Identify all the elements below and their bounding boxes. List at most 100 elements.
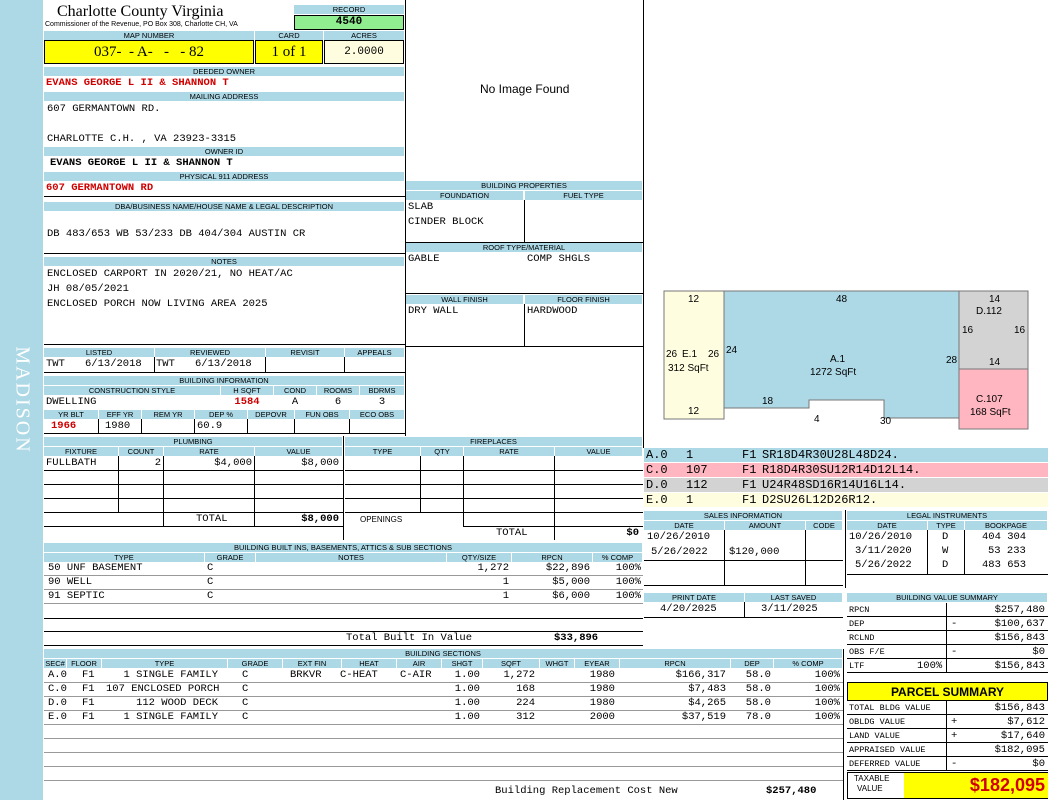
builtin-rpcn: $22,896 (545, 562, 590, 574)
builtin-grade: C (207, 590, 214, 602)
parcel-table: TOTAL BLDG VALUE $156,843 OBLDG VALUE + $7,6… (847, 701, 1048, 771)
section-comp: 100% (814, 669, 840, 681)
mailing-label: MAILING ADDRESS (44, 92, 404, 101)
section-floor: F1 (82, 683, 95, 695)
acres-value: 2.0000 (324, 40, 404, 64)
sections-h-comp: % COMP (774, 659, 842, 668)
sales-label: SALES INFORMATION (644, 511, 842, 520)
plumbing-fixture-1: FULLBATH (46, 457, 97, 469)
builtin-type: 90 WELL (48, 576, 93, 588)
legend-floor: F1 (742, 478, 757, 492)
section-comp: 100% (814, 711, 840, 723)
wall-finish: DRY WALL (408, 305, 459, 317)
builtin-qty: 1,272 (477, 562, 509, 574)
sketch-text-a-right: 28 (946, 355, 958, 366)
builtin-comp: 100% (615, 590, 641, 602)
legend-floor: F1 (742, 493, 757, 507)
section-dep: 78.0 (745, 711, 771, 723)
sections-h-eyear: EYEAR (575, 659, 619, 668)
plumbing-h-value: VALUE (255, 447, 342, 456)
legal-book-3: 483 653 (982, 559, 1027, 571)
builtins-h-qty: QTY/SIZE (447, 553, 511, 562)
bi-dep-header: DEP % (195, 410, 247, 419)
bvs-value: $257,480 (994, 604, 1045, 616)
bvs-value: $0 (1032, 646, 1045, 658)
roof-type: GABLE (408, 253, 440, 265)
sections-h-heat: HEAT (342, 659, 396, 668)
sketch-text-d-right: 16 (1014, 325, 1026, 336)
print-date-value: 4/20/2025 (660, 603, 717, 615)
legal-label: LEGAL INSTRUMENTS (847, 511, 1047, 520)
notes-line-1: ENCLOSED CARPORT IN 2020/21, NO HEAT/AC (47, 268, 293, 280)
legend-code: R18D4R30SU12R14D12L14. (762, 463, 921, 477)
sections-h-rpcn: RPCN (620, 659, 730, 668)
sketch-text-e-left: 26 (666, 349, 678, 360)
sketch-text-a-b2: 4 (814, 414, 820, 425)
card-label: CARD (255, 31, 323, 40)
legal-type-3: D (942, 559, 949, 571)
sales-h-amount: AMOUNT (725, 521, 805, 530)
bi-yrblt-header: YR BLT (44, 410, 98, 419)
reviewed-label: REVIEWED (155, 348, 265, 357)
builtins-rows: 50 UNF BASEMENT C 1,272 $22,896 100% 90 WELL C… (44, 562, 643, 618)
section-eyear: 1980 (589, 669, 615, 681)
floor-label: FLOOR FINISH (525, 295, 642, 304)
fireplaces-h-type: TYPE (345, 447, 420, 456)
sketch-text-a-top: 48 (836, 294, 848, 305)
builtins-h-notes: NOTES (256, 553, 446, 562)
bi-rooms-header: ROOMS (317, 386, 359, 395)
plumbing-h-fixture: FIXTURE (44, 447, 118, 456)
section-sqft: 312 (516, 711, 535, 723)
legal-book-2: 53 233 (988, 545, 1026, 557)
bvs-key: OBS F/E (849, 647, 885, 657)
legal-h-date: DATE (847, 521, 927, 530)
sections-h-dep: DEP (731, 659, 773, 668)
legend-code: D2SU26L12D26R12. (762, 493, 878, 507)
section-sqft: 168 (516, 683, 535, 695)
builtin-rpcn: $5,000 (552, 576, 590, 588)
bi-depovr-header: DEPOVR (248, 410, 294, 419)
parcel-key: TOTAL BLDG VALUE (849, 703, 931, 713)
section-grade: C (242, 669, 249, 681)
sketch-text-d-bottom: 14 (989, 357, 1001, 368)
listed-by: TWT (46, 358, 65, 370)
sketch-text-a-b1: 18 (762, 396, 774, 407)
sketch-text-c-area: 168 SqFt (970, 407, 1011, 418)
fireplaces-h-value: VALUE (555, 447, 642, 456)
sections-h-type: TYPE (102, 659, 227, 668)
parcel-key: DEFERRED VALUE (849, 759, 921, 769)
record-value: 4540 (294, 15, 404, 30)
section-floor: F1 (82, 669, 95, 681)
bvs-pct: 100% (917, 660, 943, 672)
builtins-h-rpcn: RPCN (512, 553, 592, 562)
sketch-legend-row: A.0 1 F1 SR18D4R30U28L48D24. (644, 448, 1048, 463)
building-props-label: BUILDING PROPERTIES (406, 181, 642, 190)
section-floor: F1 (82, 697, 95, 709)
fireplaces-total-label: TOTAL (496, 527, 528, 539)
section-eyear: 2000 (589, 711, 615, 723)
builtin-grade: C (207, 576, 214, 588)
floor-finish: HARDWOOD (527, 305, 578, 317)
sketch-legend-row: D.0 112 F1 U24R48SD16R14U16L14. (644, 478, 1048, 493)
sections-h-floor: FLOOR (67, 659, 101, 668)
bvs-key: LTF (849, 661, 865, 671)
section-grade: C (242, 683, 249, 695)
legend-code: SR18D4R30U28L48D24. (762, 448, 899, 462)
sections-h-whgt: WHGT (540, 659, 574, 668)
county-title: Charlotte County Virginia (57, 3, 224, 20)
legend-n: 107 (686, 463, 708, 477)
section-air: C-AIR (400, 669, 432, 681)
legal-date-1: 10/26/2010 (849, 531, 913, 543)
bvs-value: $156,843 (994, 632, 1045, 644)
appeals-label: APPEALS (345, 348, 404, 357)
plumbing-total-label: TOTAL (196, 513, 228, 525)
sales-h-date: DATE (644, 521, 724, 530)
section-shgt: 1.00 (454, 697, 480, 709)
sections-rows: A.0 F1 1 SINGLE FAMILY C BRKVR C-HEAT C-AIR 1.0… (44, 669, 843, 781)
sketch-text-d-label: D.112 (976, 306, 1002, 317)
section-type: 1 SINGLE FAMILY (123, 711, 218, 723)
builtin-comp: 100% (615, 576, 641, 588)
owner-id-label: OWNER ID (44, 147, 404, 156)
section-sec: A.0 (48, 669, 67, 681)
sections-label: BUILDING SECTIONS (44, 649, 842, 658)
